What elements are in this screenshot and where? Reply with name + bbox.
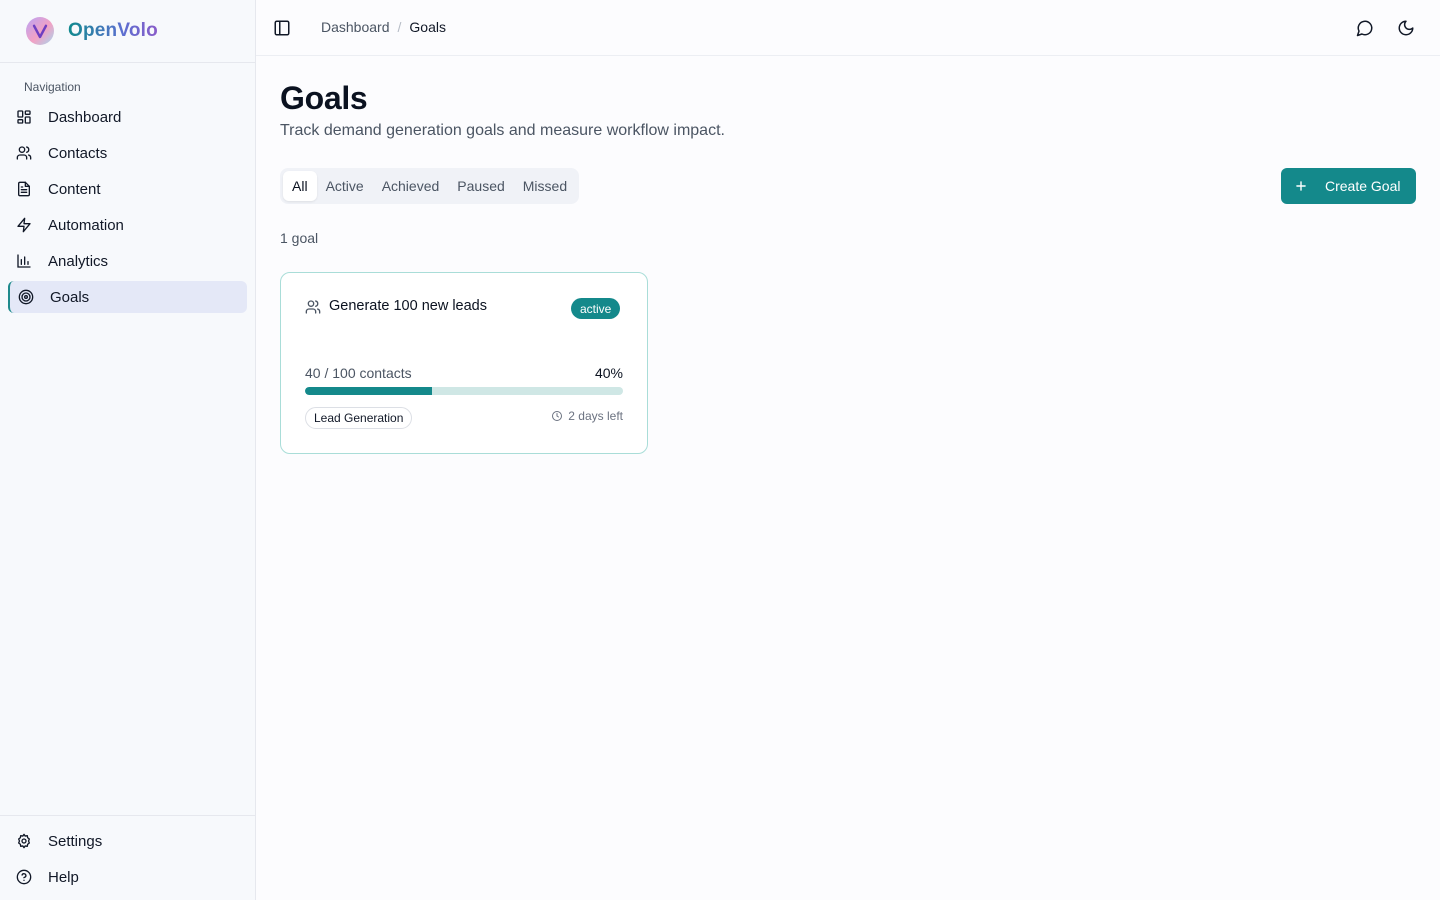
sidebar-item-goals[interactable]: Goals [8, 281, 247, 313]
help-circle-icon [16, 869, 32, 885]
chat-bubble-icon[interactable] [1356, 19, 1374, 37]
openvolo-logo-icon [26, 17, 54, 45]
sidebar: OpenVolo Navigation Dashboard Contacts C… [0, 0, 256, 900]
tab-all[interactable]: All [283, 171, 317, 201]
sidebar-item-automation[interactable]: Automation [8, 209, 247, 241]
create-goal-button[interactable]: Create Goal [1281, 168, 1416, 204]
target-icon [18, 289, 34, 305]
create-goal-label: Create Goal [1325, 178, 1401, 194]
page-title: Goals [280, 80, 368, 116]
plus-icon [1296, 181, 1306, 191]
breadcrumb-separator: / [397, 19, 402, 35]
zap-icon [17, 217, 31, 233]
time-remaining: 2 days left [551, 409, 623, 423]
document-icon [18, 181, 30, 197]
sidebar-item-contacts[interactable]: Contacts [8, 137, 247, 169]
time-remaining-text: 2 days left [568, 409, 623, 423]
moon-icon[interactable] [1397, 19, 1415, 37]
sidebar-item-label: Help [48, 868, 79, 886]
sidebar-toggle-icon[interactable] [273, 19, 291, 37]
brand[interactable]: OpenVolo [0, 0, 255, 63]
brand-name: OpenVolo [68, 20, 158, 41]
sidebar-item-label: Analytics [48, 252, 109, 270]
nav-section-label: Navigation [24, 80, 81, 94]
page-subtitle: Track demand generation goals and measur… [280, 122, 725, 139]
clock-icon [552, 411, 563, 421]
progress-percent: 40% [594, 365, 623, 381]
goal-card[interactable]: Generate 100 new leads active 40 / 100 c… [280, 272, 648, 454]
goal-count: 1 goal [280, 230, 319, 246]
breadcrumb-dashboard-link[interactable]: Dashboard [321, 19, 390, 35]
sidebar-item-label: Settings [48, 832, 103, 850]
tab-active[interactable]: Active [317, 171, 373, 201]
sidebar-item-label: Automation [48, 216, 124, 234]
sidebar-item-settings[interactable]: Settings [8, 825, 247, 857]
users-icon [16, 146, 32, 160]
dashboard-icon [17, 110, 31, 124]
goal-type-tag: Lead Generation [305, 407, 413, 429]
goal-title: Generate 100 new leads [329, 298, 487, 314]
goal-filter-tabs: All Active Achieved Paused Missed [280, 168, 580, 204]
tab-missed[interactable]: Missed [514, 171, 576, 201]
tab-achieved[interactable]: Achieved [373, 171, 449, 201]
sidebar-item-analytics[interactable]: Analytics [8, 245, 247, 277]
progress-bar-fill [305, 387, 433, 395]
sidebar-item-label: Goals [50, 288, 90, 306]
sidebar-item-content[interactable]: Content [8, 173, 247, 205]
users-icon [305, 300, 321, 314]
breadcrumb: Dashboard / Goals [321, 19, 446, 35]
gear-icon [18, 833, 30, 849]
sidebar-item-help[interactable]: Help [8, 861, 247, 893]
progress-bar [305, 387, 623, 395]
bar-chart-icon [17, 254, 31, 268]
top-bar: Dashboard / Goals [256, 0, 1440, 56]
sidebar-item-label: Contacts [48, 144, 108, 162]
tab-paused[interactable]: Paused [448, 171, 513, 201]
breadcrumb-current: Goals [409, 19, 446, 35]
sidebar-nav: Dashboard Contacts Content Automation An… [8, 101, 247, 317]
sidebar-item-dashboard[interactable]: Dashboard [8, 101, 247, 133]
sidebar-item-label: Content [48, 180, 101, 198]
sidebar-footer: Settings Help [0, 815, 255, 897]
status-badge: active [571, 298, 621, 319]
progress-label: 40 / 100 contacts [305, 365, 412, 381]
sidebar-item-label: Dashboard [48, 108, 122, 126]
